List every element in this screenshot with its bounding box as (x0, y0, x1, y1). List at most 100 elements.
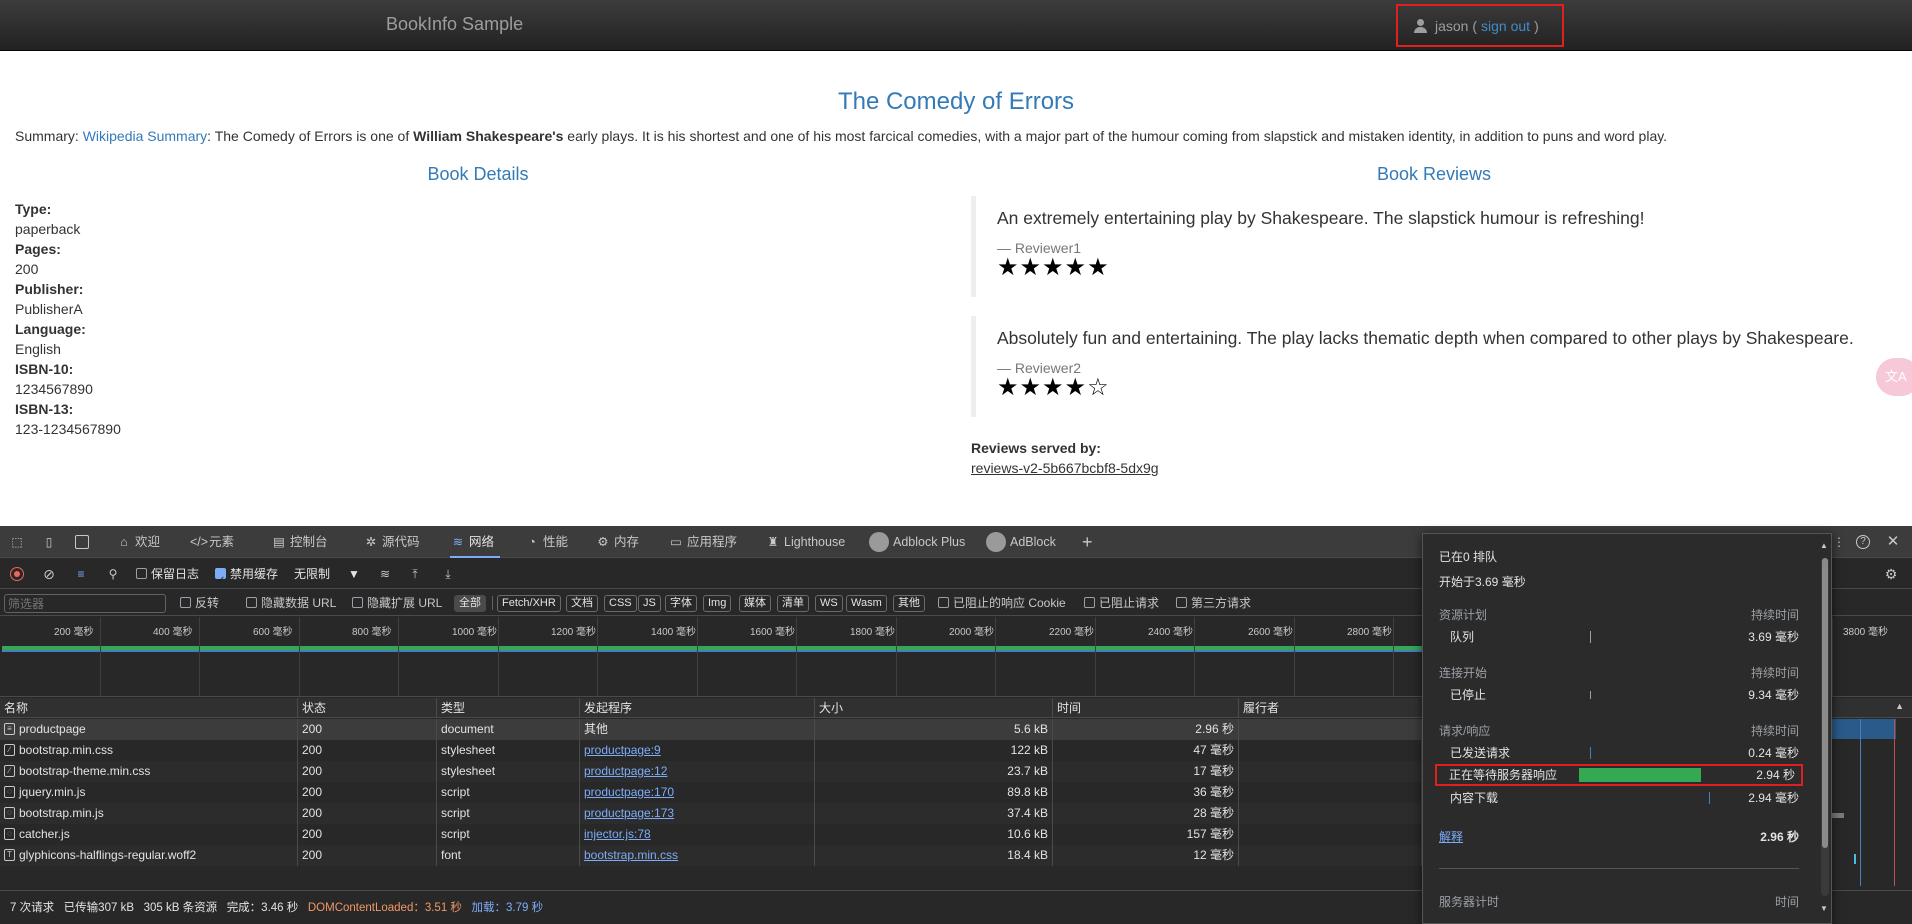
timing-value: 0.24 毫秒 (1748, 746, 1799, 760)
queued-at: 已在0 排队 (1439, 550, 1498, 564)
request-name[interactable]: bootstrap-theme.min.css (19, 764, 150, 778)
download-icon[interactable]: ⤓ (441, 567, 455, 581)
table-row[interactable]: Tglyphicons-halflings-regular.woff2 200 fo… (0, 845, 1422, 866)
checkbox[interactable] (180, 597, 191, 609)
filter-chip-media[interactable]: 媒体 (739, 595, 771, 612)
throttling-select[interactable]: 无限制 ▼ (294, 559, 360, 589)
filter-chip-css[interactable]: CSS (604, 595, 637, 612)
inspect-icon[interactable]: ⬚ (10, 535, 24, 549)
checkbox[interactable] (246, 597, 257, 609)
filter-chip-js[interactable]: JS (638, 595, 661, 612)
settings-gear-icon[interactable]: ⚙ (1884, 567, 1898, 581)
tab-network[interactable]: ≋ 网络 (450, 526, 501, 558)
dock-sidebar-icon[interactable] (75, 535, 89, 549)
wikipedia-summary-link[interactable]: Wikipedia Summary (83, 128, 207, 144)
request-name[interactable]: catcher.js (19, 827, 70, 841)
hide-data-urls-checkbox[interactable]: 隐藏数据 URL (246, 590, 336, 616)
table-row[interactable]: ≡ productpage 200 document 其他 5.6 kB 2.96 秒 (0, 719, 1422, 740)
blocked-requests-checkbox[interactable]: 已阻止请求 (1084, 590, 1159, 616)
column-header-status[interactable]: 状态 (298, 698, 437, 718)
tab-lighthouse[interactable]: ♜ Lighthouse (765, 526, 845, 558)
scroll-up-icon[interactable]: ▲ (1820, 541, 1828, 550)
column-header-size[interactable]: 大小 (815, 698, 1053, 718)
scrollbar[interactable] (1821, 558, 1829, 896)
request-name[interactable]: glyphicons-halflings-regular.woff2 (19, 848, 196, 862)
checkbox[interactable] (1084, 597, 1095, 609)
checkbox[interactable] (136, 568, 147, 580)
explanation-link[interactable]: 解释 (1439, 828, 1463, 845)
cell-size: 10.6 kB (815, 824, 1053, 845)
help-icon[interactable]: ? (1856, 535, 1870, 549)
request-name[interactable]: jquery.min.js (19, 785, 85, 799)
sign-out-link[interactable]: sign out (1481, 18, 1530, 34)
checkbox[interactable] (215, 566, 226, 596)
more-options-icon[interactable]: ⋮ (1832, 535, 1846, 549)
checkbox[interactable] (1176, 597, 1187, 609)
column-header-fulfilled-by[interactable]: 履行者 (1239, 698, 1422, 718)
add-tab-button[interactable]: + (1082, 526, 1093, 558)
translate-icon[interactable]: 文A (1876, 358, 1912, 396)
disable-cache-checkbox[interactable]: 禁用缓存 (215, 559, 278, 596)
detail-label: ISBN-13: (15, 401, 74, 417)
initiator-link[interactable]: injector.js:78 (584, 827, 651, 841)
tab-adblock-plus[interactable]: Adblock Plus (869, 526, 965, 558)
tab-application[interactable]: ▭ 应用程序 (668, 526, 737, 558)
upload-icon[interactable]: ⤒ (408, 567, 422, 581)
filter-chip-img[interactable]: Img (703, 595, 732, 612)
request-name[interactable]: bootstrap.min.js (19, 806, 104, 820)
table-row[interactable]: ∕ bootstrap-theme.min.css 200 stylesheet pro… (0, 761, 1422, 782)
cell-time: 12 毫秒 (1053, 845, 1239, 866)
table-row[interactable]: ◌ jquery.min.js 200 script productpage:170 89… (0, 782, 1422, 803)
tab-elements[interactable]: </>元素 (190, 526, 234, 558)
third-party-checkbox[interactable]: 第三方请求 (1176, 590, 1251, 616)
column-header-name[interactable]: 名称 (0, 698, 298, 718)
record-icon[interactable] (10, 567, 24, 581)
filter-chip-ws[interactable]: WS (815, 595, 843, 612)
table-row[interactable]: ∕ bootstrap.min.css 200 stylesheet productpa… (0, 740, 1422, 761)
column-header-type[interactable]: 类型 (437, 698, 580, 718)
table-row[interactable]: ◌ catcher.js 200 script injector.js:78 10.6 k… (0, 824, 1422, 845)
hide-extension-urls-checkbox[interactable]: 隐藏扩展 URL (352, 590, 442, 616)
filter-icon[interactable]: ≡ (74, 567, 88, 581)
initiator-link[interactable]: productpage:12 (584, 764, 667, 778)
device-toolbar-icon[interactable]: ▯ (42, 535, 56, 549)
filter-chip-wasm[interactable]: Wasm (846, 595, 887, 612)
checkbox[interactable] (938, 597, 949, 609)
request-name[interactable]: productpage (19, 722, 86, 736)
filter-input[interactable] (4, 594, 166, 613)
initiator-link[interactable]: bootstrap.min.css (584, 848, 678, 862)
preserve-log-checkbox[interactable]: 保留日志 (136, 559, 199, 589)
tab-console[interactable]: ▤ 控制台 (271, 526, 327, 558)
tab-welcome[interactable]: ⌂ 欢迎 (116, 526, 160, 558)
initiator-text: 其他 (584, 722, 609, 736)
search-icon[interactable]: ⚲ (106, 567, 120, 581)
initiator-link[interactable]: productpage:170 (584, 785, 674, 799)
close-icon[interactable]: ✕ (1886, 534, 1900, 549)
filter-chip-doc[interactable]: 文档 (566, 595, 598, 612)
network-overview[interactable]: 200 毫秒 400 毫秒 600 毫秒 800 毫秒 1000 毫秒 1200 毫秒 14… (0, 617, 1422, 697)
filter-chip-fetch-xhr[interactable]: Fetch/XHR (497, 595, 561, 612)
request-name[interactable]: bootstrap.min.css (19, 743, 113, 757)
filter-chip-other[interactable]: 其他 (893, 595, 925, 612)
clear-icon[interactable]: ⊘ (42, 567, 56, 581)
tab-memory[interactable]: ⚙ 内存 (595, 526, 639, 558)
tab-sources[interactable]: ✲ 源代码 (363, 526, 420, 558)
brand-title[interactable]: BookInfo Sample (386, 14, 523, 35)
tab-performance[interactable]: ◔ 性能 (524, 526, 568, 558)
filter-chip-font[interactable]: 字体 (665, 595, 697, 612)
column-header-initiator[interactable]: 发起程序 (580, 698, 815, 718)
checkbox[interactable] (352, 597, 363, 609)
invert-checkbox[interactable]: 反转 (180, 590, 219, 616)
blocked-cookies-checkbox[interactable]: 已阻止的响应 Cookie (938, 590, 1066, 616)
initiator-link[interactable]: productpage:9 (584, 743, 661, 757)
overview-tick-label: 2800 毫秒 (1347, 627, 1393, 638)
tab-adblock[interactable]: AdBlock (986, 526, 1056, 558)
filter-chip-all[interactable]: 全部 (454, 595, 486, 612)
table-row[interactable]: ◌ bootstrap.min.js 200 script productpage:17… (0, 803, 1422, 824)
scroll-down-icon[interactable]: ▼ (1820, 904, 1828, 913)
network-conditions-icon[interactable]: ≋ (378, 567, 392, 581)
initiator-link[interactable]: productpage:173 (584, 806, 674, 820)
column-header-time[interactable]: 时间 (1053, 698, 1239, 718)
sort-up-icon[interactable]: ▲ (1895, 701, 1904, 711)
filter-chip-manifest[interactable]: 清单 (777, 595, 809, 612)
